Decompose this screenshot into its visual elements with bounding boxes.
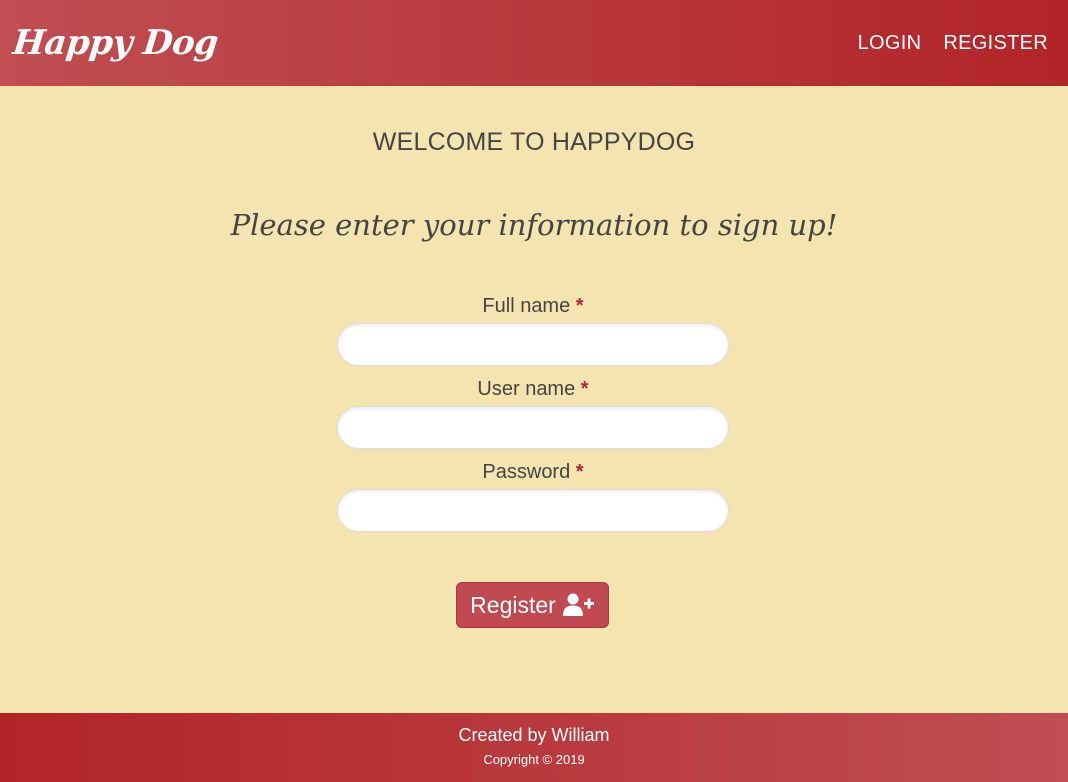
password-label-text: Password: [482, 461, 571, 483]
signup-prompt: Please enter your information to sign up…: [230, 208, 838, 242]
brand-logo[interactable]: Happy Dog: [11, 23, 220, 63]
footer: Created by William Copyright © 2019: [0, 713, 1068, 782]
user-name-label: User name *: [337, 378, 729, 406]
required-marker: *: [575, 295, 584, 317]
full-name-label-text: Full name: [482, 295, 571, 317]
user-name-label-text: User name: [477, 378, 576, 400]
password-input[interactable]: [337, 489, 729, 532]
user-name-group: User name *: [337, 378, 729, 449]
full-name-input[interactable]: [337, 323, 729, 366]
password-group: Password *: [337, 461, 729, 532]
footer-credit: Created by William: [458, 725, 610, 745]
page-title: WELCOME TO HAPPYDOG: [372, 128, 696, 156]
navbar: Happy Dog LOGIN REGISTER: [0, 0, 1068, 86]
required-marker: *: [580, 378, 589, 400]
nav-register-link[interactable]: REGISTER: [943, 32, 1048, 55]
full-name-label: Full name *: [337, 295, 729, 323]
user-plus-icon: [562, 593, 594, 616]
register-button[interactable]: Register: [456, 582, 609, 628]
required-marker: *: [575, 461, 584, 483]
register-button-label: Register: [470, 591, 556, 618]
nav-login-link[interactable]: LOGIN: [858, 32, 922, 55]
user-name-input[interactable]: [337, 406, 729, 449]
nav-links: LOGIN REGISTER: [858, 32, 1048, 55]
full-name-group: Full name *: [337, 295, 729, 366]
password-label: Password *: [337, 461, 729, 489]
main-content: WELCOME TO HAPPYDOG Please enter your in…: [0, 86, 1068, 713]
footer-copyright: Copyright © 2019: [483, 752, 585, 767]
